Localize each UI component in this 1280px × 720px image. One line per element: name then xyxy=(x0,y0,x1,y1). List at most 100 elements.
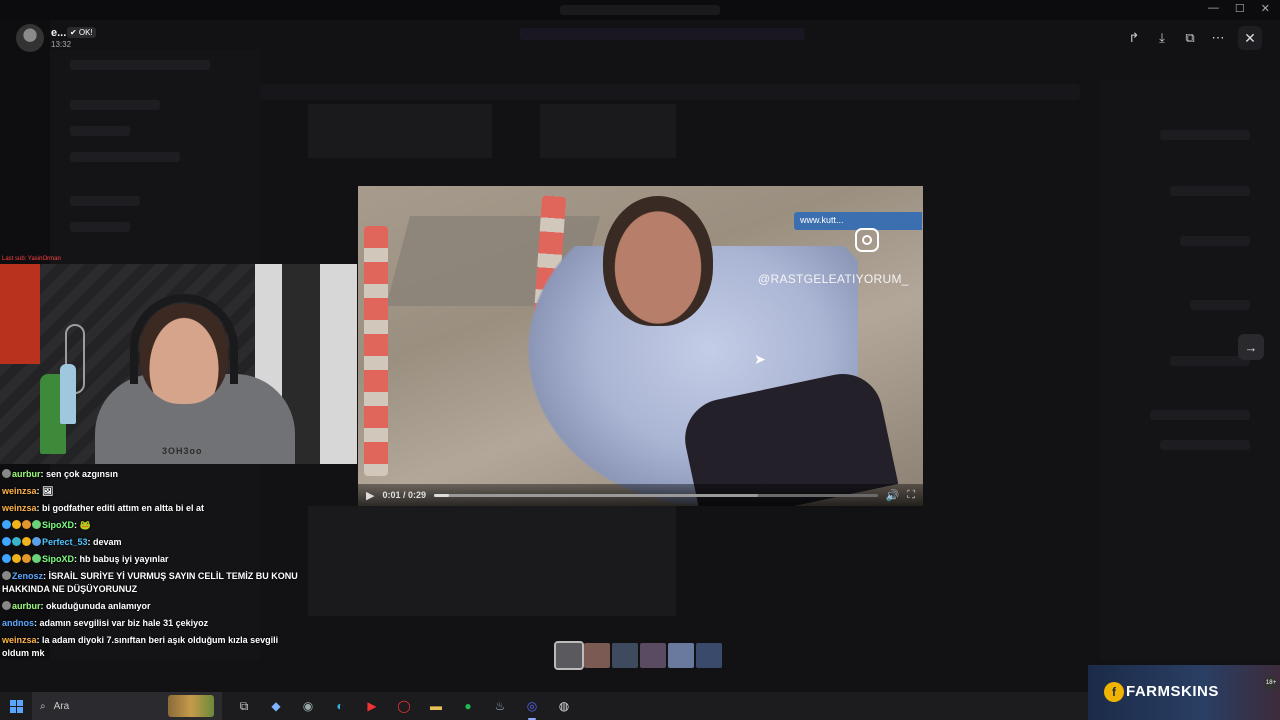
steam-icon[interactable]: ♨ xyxy=(488,694,512,718)
open-external-icon[interactable]: ⧉ xyxy=(1178,26,1202,50)
chat-badge-icon xyxy=(12,554,21,563)
chat-username[interactable]: aurbur xyxy=(12,601,41,611)
seek-bar[interactable] xyxy=(434,493,878,497)
author-name[interactable]: e... xyxy=(51,27,66,39)
last-sub-label: Last sub: YasinOrman xyxy=(2,256,61,262)
chat-message: weinzsa: bi godfather editi attım en alt… xyxy=(2,502,302,515)
chat-message: aurbur: sen çok azgınsın xyxy=(2,468,302,481)
chat-badge-icon xyxy=(32,520,41,529)
member-item xyxy=(1160,130,1250,140)
play-icon[interactable]: ▶ xyxy=(366,489,374,502)
chat-badge-icon xyxy=(2,469,11,478)
chat-badge-icon xyxy=(12,520,21,529)
search-placeholder: Ara xyxy=(53,700,70,712)
media-thumbnail[interactable] xyxy=(640,643,666,668)
start-button[interactable] xyxy=(0,692,32,720)
media-thumbnail[interactable] xyxy=(696,643,722,668)
chat-message: weinzsa: la adam diyoki 7.sınıftan beri … xyxy=(2,634,302,660)
opera-icon[interactable]: ◯ xyxy=(392,694,416,718)
edge-icon[interactable]: ◐ xyxy=(328,694,352,718)
author-tag: ✔ OK! xyxy=(67,27,96,38)
background-image xyxy=(308,104,492,158)
media-thumbnail[interactable] xyxy=(668,643,694,668)
share-icon[interactable]: ↱ xyxy=(1122,26,1146,50)
spotify-icon[interactable]: ● xyxy=(456,694,480,718)
close-icon: ✕ xyxy=(1244,29,1256,46)
chat-message: Perfect_53: devam xyxy=(2,536,302,549)
more-icon[interactable]: ⋯ xyxy=(1206,26,1230,50)
taskbar-search[interactable]: ⌕ Ara xyxy=(32,692,222,720)
chat-badge-icon xyxy=(22,520,31,529)
chat-message: aurbur: okuduğunuda anlamıyor xyxy=(2,600,302,613)
chat-text: devam xyxy=(93,537,122,547)
chat-message: Zenosz: İSRAİL SURİYE Yİ VURMUŞ SAYIN CE… xyxy=(2,570,302,596)
farmskins-ad[interactable]: f FARMSKINS xyxy=(1088,665,1280,720)
screen: — ☐ ✕ e... ✔ OK! 13:32 ↱ ⤓ ⧉ ⋯ ✕ www.kut… xyxy=(0,0,1280,720)
member-item xyxy=(1170,186,1250,196)
shirt-text: 3OH3oo xyxy=(162,446,203,456)
tv-channel-logo: www.kutt... xyxy=(794,212,922,230)
obs-icon[interactable]: ◍ xyxy=(552,694,576,718)
member-item xyxy=(1170,356,1250,366)
channel-item xyxy=(70,222,130,232)
minimize-icon[interactable]: — xyxy=(1208,2,1219,15)
youtube-icon[interactable]: ▶ xyxy=(360,694,384,718)
volume-icon[interactable]: 🔊 xyxy=(886,489,900,502)
close-window-icon[interactable]: ✕ xyxy=(1261,2,1270,15)
webcam-poster xyxy=(0,264,40,364)
arrow-right-icon: → xyxy=(1244,339,1258,355)
chat-badge-icon xyxy=(22,537,31,546)
channel-item xyxy=(70,196,140,206)
search-highlight-image xyxy=(168,695,214,717)
maximize-icon[interactable]: ☐ xyxy=(1235,2,1245,15)
chat-text: adamın sevgilisi var biz hale 31 çekiyoz xyxy=(39,618,209,628)
task-view-icon[interactable]: ⧉ xyxy=(232,694,256,718)
chat-username[interactable]: andnos xyxy=(2,618,34,628)
avatar[interactable] xyxy=(16,24,44,52)
chat-username[interactable]: Zenosz xyxy=(12,571,43,581)
chat-username[interactable]: Perfect_53 xyxy=(42,537,88,547)
chat-username[interactable]: SipoXD xyxy=(42,554,74,564)
instagram-icon xyxy=(855,228,879,252)
video-time: 0:01 / 0:29 xyxy=(382,490,426,500)
chat-text: okuduğunuda anlamıyor xyxy=(46,601,151,611)
age-rating: 18+ xyxy=(1264,676,1278,690)
channel-item xyxy=(70,60,210,70)
channel-item xyxy=(70,152,180,162)
media-thumbnail[interactable] xyxy=(554,641,584,670)
chat-username[interactable]: SipoXD xyxy=(42,520,74,530)
next-media-button[interactable]: → xyxy=(1238,334,1264,360)
member-list xyxy=(1100,80,1280,660)
chat-text: sen çok azgınsın xyxy=(46,469,119,479)
chat-message: SipoXD: hb babuş iyi yayınlar xyxy=(2,553,302,566)
chat-text: la adam diyoki 7.sınıftan beri aşık oldu… xyxy=(2,635,279,658)
background-image xyxy=(540,104,676,158)
chat-username[interactable]: aurbur xyxy=(12,469,41,479)
ad-brand: FARMSKINS xyxy=(1126,683,1219,700)
discord-icon[interactable]: ◎ xyxy=(520,694,544,720)
search-icon: ⌕ xyxy=(40,700,46,712)
member-item xyxy=(1160,440,1250,450)
explorer-icon[interactable]: ▬ xyxy=(424,694,448,718)
media-viewer-header: e... ✔ OK! 13:32 xyxy=(0,20,1280,56)
viewer-actions: ↱ ⤓ ⧉ ⋯ xyxy=(1122,26,1230,50)
webcam-bottle xyxy=(60,364,76,424)
fullscreen-icon[interactable]: ⛶ xyxy=(907,489,915,502)
chat-username[interactable]: weinzsa xyxy=(2,503,37,513)
window-controls: — ☐ ✕ xyxy=(1208,2,1270,15)
app-icon[interactable]: ◉ xyxy=(296,694,320,718)
media-thumbnail[interactable] xyxy=(584,643,610,668)
download-icon[interactable]: ⤓ xyxy=(1150,26,1174,50)
copilot-icon[interactable]: ◆ xyxy=(264,694,288,718)
chat-badge-icon xyxy=(2,520,11,529)
member-item xyxy=(1150,410,1250,420)
video-player[interactable]: www.kutt... @RASTGELEATIYORUM_ ➤ ▶ 0:01 … xyxy=(358,186,923,506)
close-viewer-button[interactable]: ✕ xyxy=(1238,26,1262,50)
chat-username[interactable]: weinzsa xyxy=(2,635,37,645)
chat-badge-icon xyxy=(32,554,41,563)
windows-logo-icon xyxy=(9,699,23,713)
chat-username[interactable]: weinzsa xyxy=(2,486,37,496)
farmskins-logo-icon: f xyxy=(1104,682,1124,702)
media-thumbnail[interactable] xyxy=(612,643,638,668)
chat-badge-icon xyxy=(2,554,11,563)
